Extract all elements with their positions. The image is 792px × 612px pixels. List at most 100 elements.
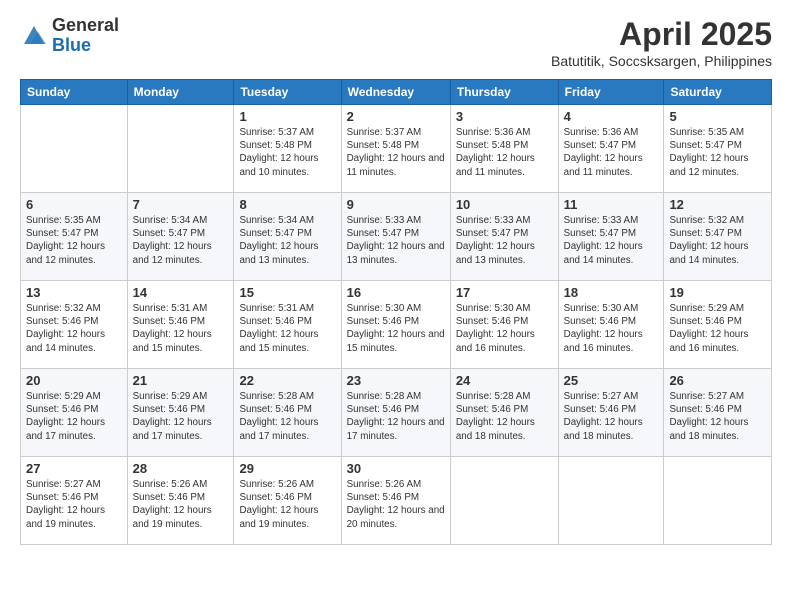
calendar-title: April 2025 [551,16,772,53]
week-row-2: 6 Sunrise: 5:35 AMSunset: 5:47 PMDaylight… [21,193,772,281]
day-info: Sunrise: 5:30 AMSunset: 5:46 PMDaylight:… [456,302,553,355]
day-number: 7 [133,197,229,212]
calendar-cell: 26 Sunrise: 5:27 AMSunset: 5:46 PMDayligh… [664,369,772,457]
week-row-3: 13 Sunrise: 5:32 AMSunset: 5:46 PMDayligh… [21,281,772,369]
day-info: Sunrise: 5:35 AMSunset: 5:47 PMDaylight:… [669,126,766,179]
day-info: Sunrise: 5:36 AMSunset: 5:47 PMDaylight:… [564,126,659,179]
day-number: 14 [133,285,229,300]
day-info: Sunrise: 5:36 AMSunset: 5:48 PMDaylight:… [456,126,553,179]
day-number: 4 [564,109,659,124]
calendar-cell: 10 Sunrise: 5:33 AMSunset: 5:47 PMDayligh… [450,193,558,281]
day-info: Sunrise: 5:29 AMSunset: 5:46 PMDaylight:… [26,390,122,443]
day-info: Sunrise: 5:33 AMSunset: 5:47 PMDaylight:… [456,214,553,267]
day-number: 29 [239,461,335,476]
calendar-cell: 1Sunrise: 5:37 AMSunset: 5:48 PMDaylight… [234,105,341,193]
logo-icon [20,22,48,50]
day-number: 5 [669,109,766,124]
calendar-cell: 3 Sunrise: 5:36 AMSunset: 5:48 PMDaylight… [450,105,558,193]
day-number: 24 [456,373,553,388]
page: General Blue April 2025 Batutitik, Soccs… [0,0,792,612]
day-info: Sunrise: 5:31 AMSunset: 5:46 PMDaylight:… [133,302,229,355]
header-row: SundayMondayTuesdayWednesdayThursdayFrid… [21,80,772,105]
calendar-cell: 24 Sunrise: 5:28 AMSunset: 5:46 PMDayligh… [450,369,558,457]
calendar-cell: 8 Sunrise: 5:34 AMSunset: 5:47 PMDaylight… [234,193,341,281]
day-number: 11 [564,197,659,212]
calendar-table: SundayMondayTuesdayWednesdayThursdayFrid… [20,79,772,545]
logo-blue: Blue [52,35,91,55]
calendar-cell: 21Sunrise: 5:29 AMSunset: 5:46 PMDayligh… [127,369,234,457]
day-info: Sunrise: 5:35 AMSunset: 5:47 PMDaylight:… [26,214,122,267]
day-info: Sunrise: 5:33 AMSunset: 5:47 PMDaylight:… [564,214,659,267]
day-info: Sunrise: 5:28 AMSunset: 5:46 PMDaylight:… [239,390,335,443]
calendar-cell: 30 Sunrise: 5:26 AMSunset: 5:46 PMDayligh… [341,457,450,545]
calendar-body: 1Sunrise: 5:37 AMSunset: 5:48 PMDaylight… [21,105,772,545]
calendar-cell: 27 Sunrise: 5:27 AMSunset: 5:46 PMDayligh… [21,457,128,545]
calendar-cell [127,105,234,193]
header-day-thursday: Thursday [450,80,558,105]
day-info: Sunrise: 5:32 AMSunset: 5:46 PMDaylight:… [26,302,122,355]
day-info: Sunrise: 5:26 AMSunset: 5:46 PMDaylight:… [133,478,229,531]
calendar-cell [450,457,558,545]
calendar-cell [664,457,772,545]
calendar-cell: 20 Sunrise: 5:29 AMSunset: 5:46 PMDayligh… [21,369,128,457]
day-number: 26 [669,373,766,388]
day-number: 13 [26,285,122,300]
day-number: 20 [26,373,122,388]
day-number: 22 [239,373,335,388]
day-number: 23 [347,373,445,388]
day-number: 10 [456,197,553,212]
day-info: Sunrise: 5:31 AMSunset: 5:46 PMDaylight:… [239,302,335,355]
header-day-wednesday: Wednesday [341,80,450,105]
calendar-cell: 9Sunrise: 5:33 AMSunset: 5:47 PMDaylight… [341,193,450,281]
day-info: Sunrise: 5:34 AMSunset: 5:47 PMDaylight:… [239,214,335,267]
logo-general: General [52,15,119,35]
day-info: Sunrise: 5:30 AMSunset: 5:46 PMDaylight:… [564,302,659,355]
day-number: 2 [347,109,445,124]
calendar-cell: 7 Sunrise: 5:34 AMSunset: 5:47 PMDaylight… [127,193,234,281]
logo: General Blue [20,16,119,56]
day-info: Sunrise: 5:27 AMSunset: 5:46 PMDaylight:… [564,390,659,443]
day-number: 17 [456,285,553,300]
day-info: Sunrise: 5:26 AMSunset: 5:46 PMDaylight:… [239,478,335,531]
header-day-monday: Monday [127,80,234,105]
day-number: 28 [133,461,229,476]
day-info: Sunrise: 5:32 AMSunset: 5:47 PMDaylight:… [669,214,766,267]
day-info: Sunrise: 5:28 AMSunset: 5:46 PMDaylight:… [347,390,445,443]
day-info: Sunrise: 5:30 AMSunset: 5:46 PMDaylight:… [347,302,445,355]
day-info: Sunrise: 5:33 AMSunset: 5:47 PMDaylight:… [347,214,445,267]
day-info: Sunrise: 5:34 AMSunset: 5:47 PMDaylight:… [133,214,229,267]
day-info: Sunrise: 5:27 AMSunset: 5:46 PMDaylight:… [26,478,122,531]
day-info: Sunrise: 5:29 AMSunset: 5:46 PMDaylight:… [669,302,766,355]
day-info: Sunrise: 5:27 AMSunset: 5:46 PMDaylight:… [669,390,766,443]
day-number: 15 [239,285,335,300]
day-number: 27 [26,461,122,476]
day-info: Sunrise: 5:28 AMSunset: 5:46 PMDaylight:… [456,390,553,443]
day-number: 30 [347,461,445,476]
calendar-cell: 28 Sunrise: 5:26 AMSunset: 5:46 PMDayligh… [127,457,234,545]
day-info: Sunrise: 5:37 AMSunset: 5:48 PMDaylight:… [239,126,335,179]
calendar-cell: 12Sunrise: 5:32 AMSunset: 5:47 PMDayligh… [664,193,772,281]
calendar-header: SundayMondayTuesdayWednesdayThursdayFrid… [21,80,772,105]
logo-text: General Blue [52,16,119,56]
calendar-cell: 5 Sunrise: 5:35 AMSunset: 5:47 PMDaylight… [664,105,772,193]
day-number: 6 [26,197,122,212]
calendar-cell: 15 Sunrise: 5:31 AMSunset: 5:46 PMDayligh… [234,281,341,369]
calendar-cell: 16 Sunrise: 5:30 AMSunset: 5:46 PMDayligh… [341,281,450,369]
calendar-cell: 29 Sunrise: 5:26 AMSunset: 5:46 PMDayligh… [234,457,341,545]
week-row-1: 1Sunrise: 5:37 AMSunset: 5:48 PMDaylight… [21,105,772,193]
calendar-subtitle: Batutitik, Soccsksargen, Philippines [551,53,772,69]
header-day-friday: Friday [558,80,664,105]
day-number: 21 [133,373,229,388]
day-number: 16 [347,285,445,300]
calendar-cell: 2Sunrise: 5:37 AMSunset: 5:48 PMDaylight… [341,105,450,193]
day-number: 3 [456,109,553,124]
day-info: Sunrise: 5:26 AMSunset: 5:46 PMDaylight:… [347,478,445,531]
day-number: 8 [239,197,335,212]
header-day-tuesday: Tuesday [234,80,341,105]
day-number: 19 [669,285,766,300]
week-row-4: 20 Sunrise: 5:29 AMSunset: 5:46 PMDayligh… [21,369,772,457]
calendar-cell: 19 Sunrise: 5:29 AMSunset: 5:46 PMDayligh… [664,281,772,369]
calendar-cell: 25Sunrise: 5:27 AMSunset: 5:46 PMDayligh… [558,369,664,457]
calendar-cell: 13 Sunrise: 5:32 AMSunset: 5:46 PMDayligh… [21,281,128,369]
header-day-sunday: Sunday [21,80,128,105]
